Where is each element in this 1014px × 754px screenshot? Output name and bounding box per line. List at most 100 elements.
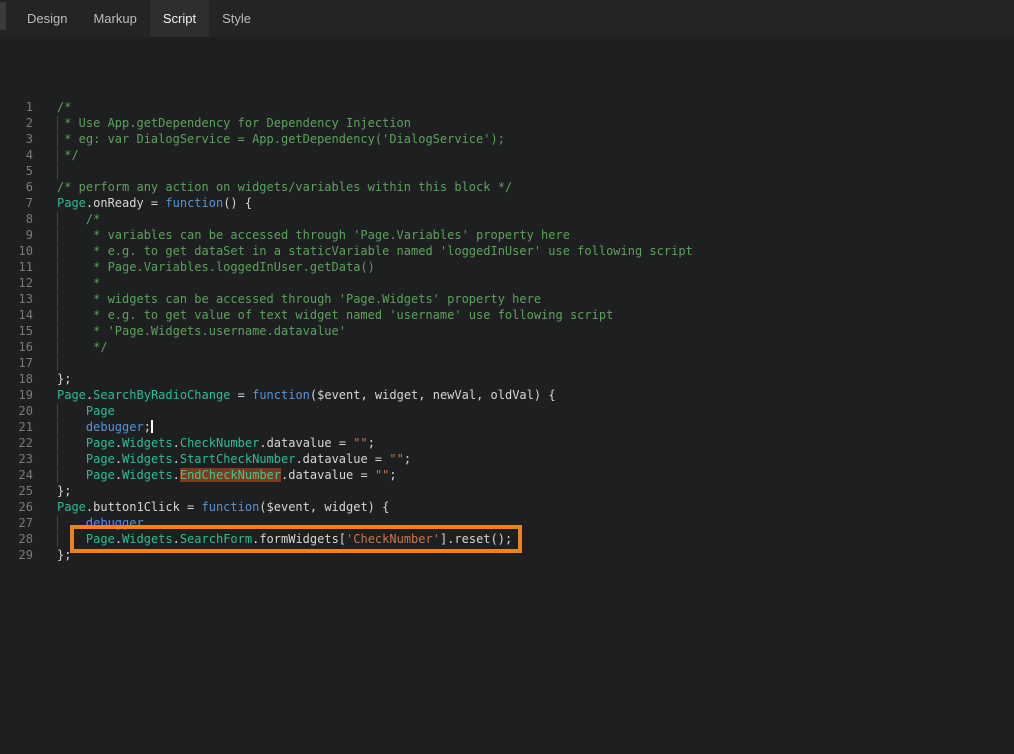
code-line[interactable]: 16 */ <box>0 339 1014 355</box>
line-number: 18 <box>0 371 33 387</box>
indent-guide <box>57 164 58 179</box>
tab-style[interactable]: Style <box>209 0 264 37</box>
code-line[interactable]: 25}; <box>0 483 1014 499</box>
token-id: Page <box>86 404 115 418</box>
tab-design[interactable]: Design <box>14 0 80 37</box>
token-pl: .onReady = <box>86 196 165 210</box>
indent-guide <box>57 340 58 355</box>
token-pl: }; <box>57 372 71 386</box>
token-kw: debugger <box>86 420 144 434</box>
code-line[interactable]: 9 * variables can be accessed through 'P… <box>0 227 1014 243</box>
code-line[interactable]: 3 * eg: var DialogService = App.getDepen… <box>0 131 1014 147</box>
code-line[interactable]: 29}; <box>0 547 1014 563</box>
token-str: 'CheckNumber' <box>346 532 440 546</box>
indent-guide <box>57 436 58 451</box>
line-number: 8 <box>0 211 33 227</box>
indent-guide <box>57 468 58 483</box>
code-line[interactable]: 6/* perform any action on widgets/variab… <box>0 179 1014 195</box>
token-str: "" <box>389 452 403 466</box>
code-line[interactable]: 19Page.SearchByRadioChange = function($e… <box>0 387 1014 403</box>
code-line[interactable]: 17 <box>0 355 1014 371</box>
token-id: Page <box>86 532 115 546</box>
code-line[interactable]: 18}; <box>0 371 1014 387</box>
line-number: 7 <box>0 195 33 211</box>
line-number: 13 <box>0 291 33 307</box>
token-kw: function <box>165 196 223 210</box>
token-pl: .button1Click = <box>86 500 202 514</box>
line-number: 11 <box>0 259 33 275</box>
code-text: Page.Widgets.CheckNumber.datavalue = ""; <box>57 435 1014 451</box>
code-line[interactable]: 5 <box>0 163 1014 179</box>
indent-guide <box>57 228 58 243</box>
code-line[interactable]: 15 * 'Page.Widgets.username.datavalue' <box>0 323 1014 339</box>
token-id: Widgets <box>122 452 173 466</box>
code-line[interactable]: 14 * e.g. to get value of text widget na… <box>0 307 1014 323</box>
token-cm: * variables can be accessed through 'Pag… <box>57 228 570 242</box>
token-id: SearchByRadioChange <box>93 388 230 402</box>
line-number: 20 <box>0 403 33 419</box>
indent-guide <box>57 148 58 163</box>
code-line[interactable]: 2 * Use App.getDependency for Dependency… <box>0 115 1014 131</box>
code-line[interactable]: 11 * Page.Variables.loggedInUser.getData… <box>0 259 1014 275</box>
line-number: 3 <box>0 131 33 147</box>
line-number: 16 <box>0 339 33 355</box>
code-text: * eg: var DialogService = App.getDepende… <box>57 131 1014 147</box>
token-id: Page <box>86 452 115 466</box>
code-line[interactable]: 26Page.button1Click = function($event, w… <box>0 499 1014 515</box>
token-pl: () { <box>223 196 252 210</box>
code-line[interactable]: 28 Page.Widgets.SearchForm.formWidgets['… <box>0 531 1014 547</box>
code-text: * 'Page.Widgets.username.datavalue' <box>57 323 1014 339</box>
code-text: Page.Widgets.EndCheckNumber.datavalue = … <box>57 467 1014 483</box>
indent-guide <box>57 532 58 547</box>
token-pl: }; <box>57 484 71 498</box>
token-id: Page <box>86 436 115 450</box>
code-line[interactable]: 20 Page <box>0 403 1014 419</box>
token-id: Page <box>86 468 115 482</box>
code-line[interactable]: 27 debugger <box>0 515 1014 531</box>
token-cm: * eg: var DialogService = App.getDepende… <box>57 132 505 146</box>
line-number: 17 <box>0 355 33 371</box>
code-line[interactable]: 13 * widgets can be accessed through 'Pa… <box>0 291 1014 307</box>
code-text: /* <box>57 211 1014 227</box>
code-line[interactable]: 24 Page.Widgets.EndCheckNumber.datavalue… <box>0 467 1014 483</box>
indent-guide <box>57 308 58 323</box>
token-cm: * e.g. to get value of text widget named… <box>57 308 613 322</box>
token-pl <box>57 532 86 546</box>
token-pl: . <box>115 532 122 546</box>
code-editor[interactable]: 1/*2 * Use App.getDependency for Depende… <box>0 37 1014 754</box>
token-pl: = <box>230 388 252 402</box>
token-pl: . <box>173 532 180 546</box>
code-line[interactable]: 4 */ <box>0 147 1014 163</box>
tab-markup[interactable]: Markup <box>80 0 149 37</box>
script-editor-window: Design Markup Script Style 1/*2 * Use Ap… <box>0 0 1014 754</box>
token-id: Widgets <box>122 436 173 450</box>
line-number: 4 <box>0 147 33 163</box>
tab-script[interactable]: Script <box>150 0 209 37</box>
token-cm: * Page.Variables.loggedInUser.getData() <box>57 260 375 274</box>
token-id: Page <box>57 196 86 210</box>
token-cm: * Use App.getDependency for Dependency I… <box>57 116 411 130</box>
token-pl: . <box>173 452 180 466</box>
token-pl: ($event, widget, newVal, oldVal) { <box>310 388 556 402</box>
token-id: Widgets <box>122 468 173 482</box>
token-id: Page <box>57 388 86 402</box>
code-line[interactable]: 22 Page.Widgets.CheckNumber.datavalue = … <box>0 435 1014 451</box>
code-text: Page.button1Click = function($event, wid… <box>57 499 1014 515</box>
code-line[interactable]: 1/* <box>0 99 1014 115</box>
code-line[interactable]: 21 debugger; <box>0 419 1014 435</box>
token-kw: debugger <box>86 516 144 530</box>
token-pl: .datavalue = <box>295 452 389 466</box>
code-text: */ <box>57 339 1014 355</box>
code-line[interactable]: 8 /* <box>0 211 1014 227</box>
token-pl <box>57 516 86 530</box>
code-line[interactable]: 12 * <box>0 275 1014 291</box>
code-text: * widgets can be accessed through 'Page.… <box>57 291 1014 307</box>
token-pl: .formWidgets[ <box>252 532 346 546</box>
code-line[interactable]: 10 * e.g. to get dataSet in a staticVari… <box>0 243 1014 259</box>
code-line[interactable]: 7 Page.onReady = function() { <box>0 195 1014 211</box>
line-number: 29 <box>0 547 33 563</box>
indent-guide <box>57 132 58 147</box>
indent-guide <box>57 452 58 467</box>
code-line[interactable]: 23 Page.Widgets.StartCheckNumber.dataval… <box>0 451 1014 467</box>
line-number: 14 <box>0 307 33 323</box>
